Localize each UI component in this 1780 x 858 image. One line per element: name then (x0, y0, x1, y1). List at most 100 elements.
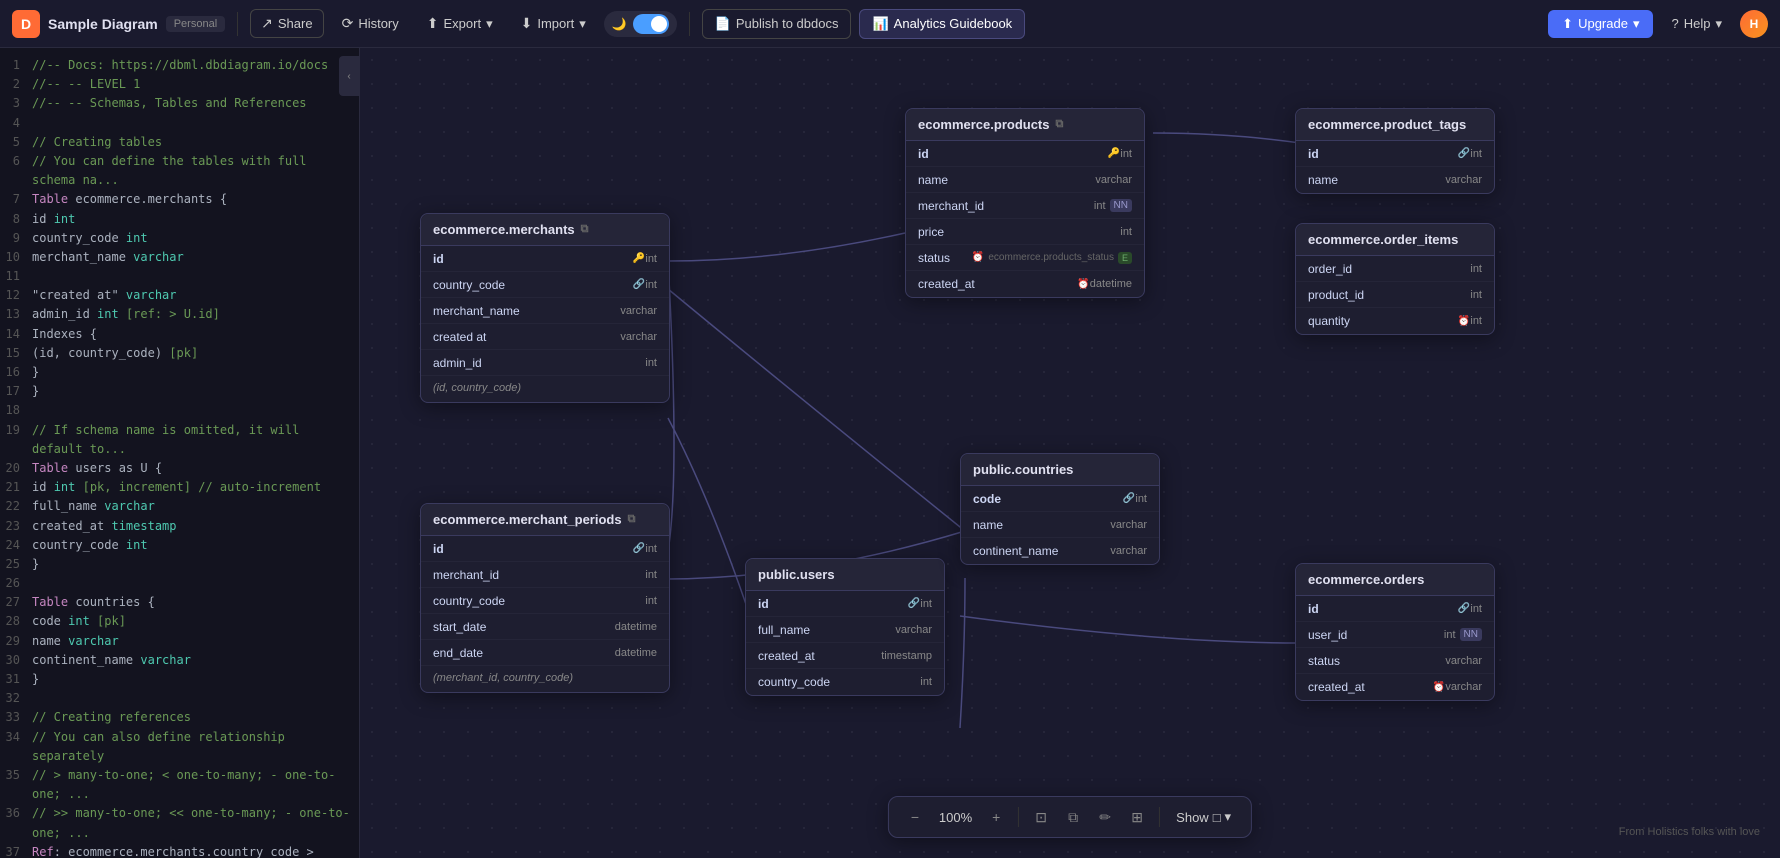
code-line: 16 } (0, 363, 359, 382)
share-button[interactable]: ↗ Share (250, 9, 323, 38)
link-icon[interactable]: 🔗 (1458, 603, 1470, 614)
clock-icon[interactable]: ⏰ (1458, 316, 1470, 327)
table-row: admin_id int (421, 350, 669, 376)
copy-icon[interactable]: ⧉ (628, 513, 636, 526)
line-number: 17 (0, 382, 32, 401)
upgrade-button[interactable]: ⬆ Upgrade ▾ (1548, 10, 1653, 38)
collapse-panel-button[interactable]: ‹ (339, 56, 359, 96)
theme-toggle[interactable] (633, 14, 669, 34)
divider-2 (689, 12, 690, 36)
fit-view-button[interactable]: ⊡ (1027, 803, 1055, 831)
table-row: country_code int (746, 669, 944, 695)
table-title: ecommerce.products (918, 117, 1050, 132)
link-icon[interactable]: 🔗 (633, 543, 645, 554)
publish-button[interactable]: 📄 Publish to dbdocs (702, 9, 852, 39)
layout-button[interactable]: ⊞ (1123, 803, 1151, 831)
line-content (32, 114, 359, 133)
toolbar-separator-2 (1159, 807, 1160, 827)
table-ecommerce-merchant-periods: ecommerce.merchant_periods ⧉ id 🔗 int me… (420, 503, 670, 693)
line-number: 31 (0, 670, 32, 689)
line-content: name varchar (32, 632, 359, 651)
code-line: 34// You can also define relationship se… (0, 728, 359, 766)
key-icon[interactable]: 🔑 (633, 253, 645, 264)
line-content: id int (32, 210, 359, 229)
code-line: 21 id int [pk, increment] // auto-increm… (0, 478, 359, 497)
link-icon[interactable]: 🔗 (1123, 493, 1135, 504)
show-chevron-icon: ▾ (1225, 809, 1232, 825)
clock-icon[interactable]: ⏰ (1433, 682, 1445, 693)
line-number: 2 (0, 75, 32, 94)
line-content: Table users as U { (32, 459, 359, 478)
copy-icon[interactable]: ⧉ (1056, 118, 1064, 131)
table-public-countries: public.countries code 🔗 int name varchar… (960, 453, 1160, 565)
key-icon[interactable]: 🔑 (1108, 148, 1120, 159)
line-number: 4 (0, 114, 32, 133)
user-avatar[interactable]: H (1740, 10, 1768, 38)
line-content (32, 401, 359, 420)
line-content: merchant_name varchar (32, 248, 359, 267)
table-row: full_name varchar (746, 617, 944, 643)
duplicate-button[interactable]: ⧉ (1059, 803, 1087, 831)
history-button[interactable]: ⟳ History (332, 10, 409, 37)
line-number: 30 (0, 651, 32, 670)
table-title: ecommerce.merchant_periods (433, 512, 622, 527)
code-line: 14 Indexes { (0, 325, 359, 344)
line-number: 28 (0, 612, 32, 631)
table-ecommerce-order-items: ecommerce.order_items order_id int produ… (1295, 223, 1495, 335)
diagram-canvas[interactable]: ecommerce.merchants ⧉ id 🔑 int country_c… (360, 48, 1780, 858)
help-chevron-icon: ▾ (1715, 16, 1722, 32)
import-button[interactable]: ⬇ Import ▾ (511, 10, 596, 37)
table-row: id 🔗 int (1296, 141, 1494, 167)
import-chevron-icon: ▾ (579, 16, 586, 32)
zoom-in-button[interactable]: + (982, 803, 1010, 831)
line-number: 32 (0, 689, 32, 708)
table-row: name varchar (961, 512, 1159, 538)
line-content: // You can define the tables with full s… (32, 152, 359, 190)
import-icon: ⬇ (521, 15, 533, 32)
line-number: 22 (0, 497, 32, 516)
line-content: //-- -- LEVEL 1 (32, 75, 359, 94)
analytics-button[interactable]: 📊 Analytics Guidebook (859, 9, 1025, 39)
line-number: 1 (0, 56, 32, 75)
code-line: 30 continent_name varchar (0, 651, 359, 670)
line-content: // Creating references (32, 708, 359, 727)
table-ecommerce-product-tags: ecommerce.product_tags id 🔗 int name var… (1295, 108, 1495, 194)
line-content (32, 574, 359, 593)
table-row: continent_name varchar (961, 538, 1159, 564)
main-area: 1//-- Docs: https://dbml.dbdiagram.io/do… (0, 48, 1780, 858)
table-header: ecommerce.product_tags (1296, 109, 1494, 141)
link-icon[interactable]: 🔗 (908, 598, 920, 609)
upgrade-icon: ⬆ (1562, 16, 1573, 32)
line-number: 37 (0, 843, 32, 858)
link-icon[interactable]: 🔗 (633, 279, 645, 290)
line-content: Ref: ecommerce.merchants.country_code > … (32, 843, 359, 858)
link-icon[interactable]: 🔗 (1458, 148, 1470, 159)
copy-icon[interactable]: ⧉ (581, 223, 589, 236)
status-icon[interactable]: ⏰ (972, 252, 984, 263)
nn-badge: NN (1110, 199, 1132, 212)
clock-icon[interactable]: ⏰ (1077, 279, 1089, 290)
code-line: 22 full_name varchar (0, 497, 359, 516)
table-row: price int (906, 219, 1144, 245)
divider-1 (237, 12, 238, 36)
line-content: id int [pk, increment] // auto-increment (32, 478, 359, 497)
upgrade-chevron-icon: ▾ (1633, 16, 1640, 32)
history-icon: ⟳ (342, 15, 354, 32)
export-chevron-icon: ▾ (486, 16, 493, 32)
export-button[interactable]: ⬆ Export ▾ (417, 10, 503, 37)
table-header: public.users (746, 559, 944, 591)
table-row: merchant_name varchar (421, 298, 669, 324)
pen-icon: ✏ (1099, 809, 1111, 826)
line-number: 16 (0, 363, 32, 382)
table-row: product_id int (1296, 282, 1494, 308)
code-panel: 1//-- Docs: https://dbml.dbdiagram.io/do… (0, 48, 360, 858)
table-index-row: (id, country_code) (421, 376, 669, 402)
line-content: // You can also define relationship sepa… (32, 728, 359, 766)
table-row: user_id int NN (1296, 622, 1494, 648)
help-button[interactable]: ? Help ▾ (1661, 10, 1732, 38)
line-number: 25 (0, 555, 32, 574)
table-row: start_date datetime (421, 614, 669, 640)
draw-button[interactable]: ✏ (1091, 803, 1119, 831)
show-menu-button[interactable]: Show □ ▾ (1168, 805, 1239, 829)
zoom-out-button[interactable]: − (901, 803, 929, 831)
